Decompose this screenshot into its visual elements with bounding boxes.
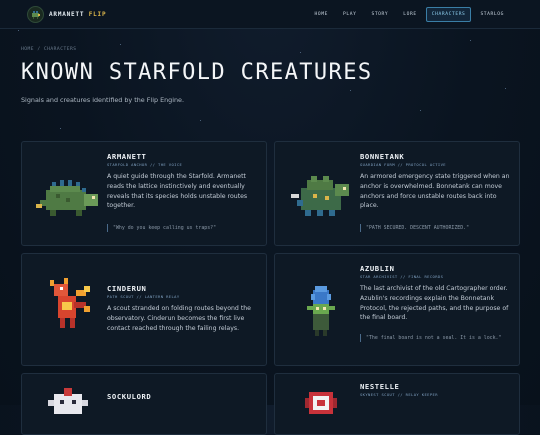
brand-logo-link[interactable]: ARMANETT FLIP	[27, 6, 106, 23]
creature-card-armanett[interactable]: ARMANETT STARFOLD ANCHOR // THE VOICE A …	[21, 141, 267, 246]
nestelle-sprite-icon	[285, 386, 357, 435]
sockulord-sprite-icon	[32, 386, 104, 435]
card-quote: "The final board is not a seal. It is a …	[360, 334, 514, 342]
breadcrumb[interactable]: HOME / CHARACTERS	[21, 47, 77, 52]
card-name: CINDERUN	[107, 284, 146, 293]
card-name: SOCKULORD	[107, 392, 151, 401]
nav-story[interactable]: STORY	[365, 7, 394, 22]
cinderun-sprite-icon	[32, 276, 104, 340]
card-description: A quiet guide through the Starfold. Arma…	[107, 172, 259, 211]
creature-card-sockulord[interactable]: SOCKULORD	[21, 373, 267, 435]
card-subtitle: STAR ARCHIVIST // FINAL RECORDS	[360, 274, 443, 279]
creature-card-cinderun[interactable]: CINDERUN PATH SCOUT // LANTERN RELAY A s…	[21, 253, 267, 366]
card-quote: "PATH SECURED. DESCENT AUTHORIZED."	[360, 224, 514, 232]
card-subtitle: STARFOLD ANCHOR // THE VOICE	[107, 162, 182, 167]
card-name: BONNETANK	[360, 152, 404, 161]
page-title: KNOWN STARFOLD CREATURES	[21, 60, 372, 85]
top-navigation-bar: ARMANETT FLIP HOME PLAY STORY LORE CHARA…	[0, 0, 540, 29]
creature-card-nestelle[interactable]: NESTELLE SKYNEST SCOUT // RELAY KEEPER	[274, 373, 520, 435]
azublin-sprite-icon	[285, 284, 357, 348]
brand-creature-icon	[27, 6, 44, 23]
creature-card-azublin[interactable]: AZUBLIN STAR ARCHIVIST // FINAL RECORDS …	[274, 253, 520, 366]
armanett-sprite-icon	[32, 164, 104, 228]
card-name: NESTELLE	[360, 382, 399, 391]
page-subtitle: Signals and creatures identified by the …	[21, 96, 184, 104]
card-description: The last archivist of the old Cartograph…	[360, 284, 512, 323]
brand-name: ARMANETT FLIP	[49, 11, 106, 18]
bonnetank-sprite-icon	[285, 164, 357, 228]
card-name: ARMANETT	[107, 152, 146, 161]
card-subtitle: GUARDIAN FORM // PROTOCOL ACTIVE	[360, 162, 446, 167]
main-nav: HOME PLAY STORY LORE CHARACTERS STARLOG	[309, 7, 510, 22]
creature-card-bonnetank[interactable]: BONNETANK GUARDIAN FORM // PROTOCOL ACTI…	[274, 141, 520, 246]
card-description: An armored emergency state triggered whe…	[360, 172, 512, 211]
card-name: AZUBLIN	[360, 264, 395, 273]
nav-play[interactable]: PLAY	[337, 7, 362, 22]
card-description: A scout stranded on folding routes beyon…	[107, 304, 259, 333]
nav-lore[interactable]: LORE	[397, 7, 422, 22]
nav-home[interactable]: HOME	[309, 7, 334, 22]
card-subtitle: PATH SCOUT // LANTERN RELAY	[107, 294, 180, 299]
nav-characters[interactable]: CHARACTERS	[426, 7, 472, 22]
card-quote: "Why do you keep calling us traps?"	[107, 224, 261, 232]
nav-starlog[interactable]: STARLOG	[474, 7, 510, 22]
card-subtitle: SKYNEST SCOUT // RELAY KEEPER	[360, 392, 438, 397]
